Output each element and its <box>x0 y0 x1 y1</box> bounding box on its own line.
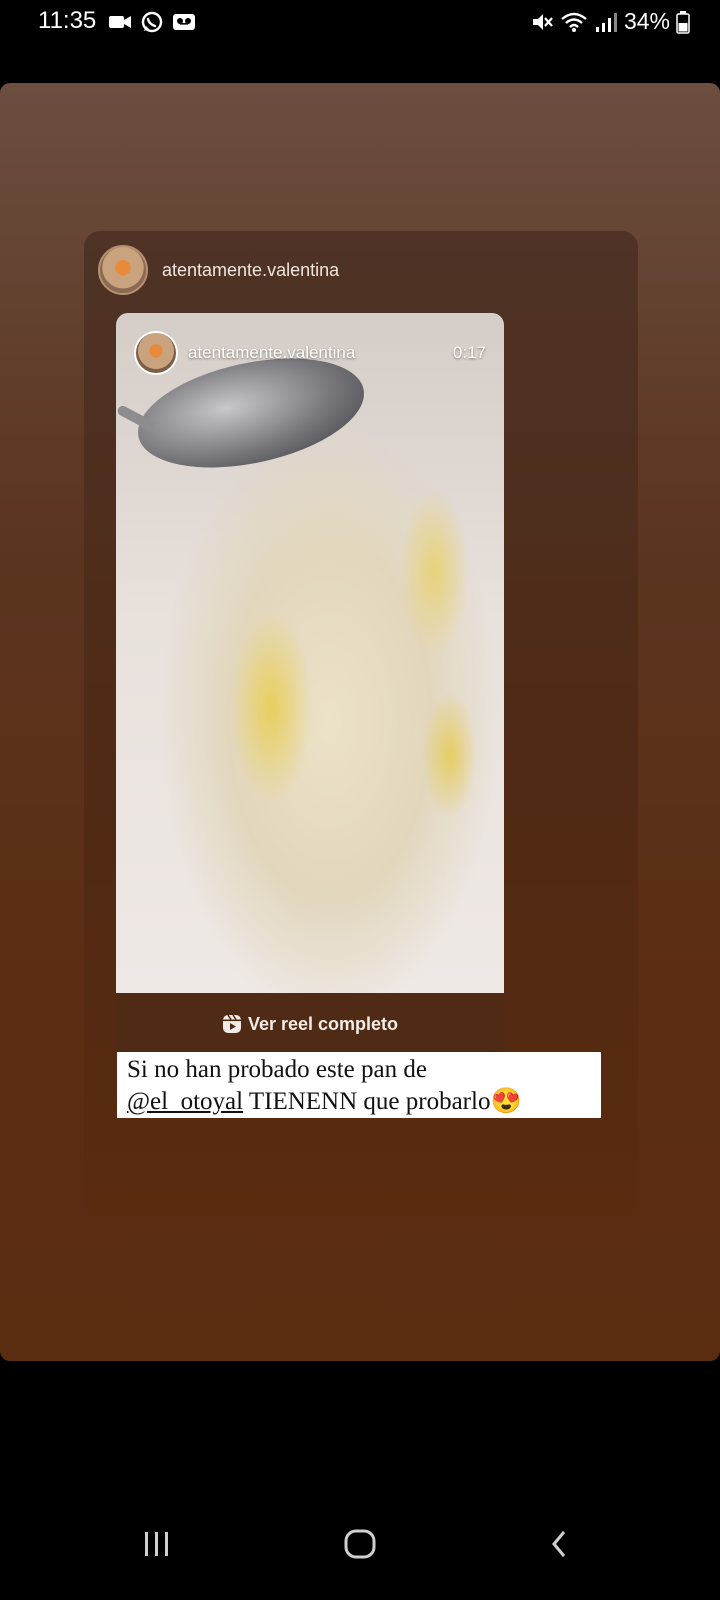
author-username[interactable]: atentamente.valentina <box>162 260 339 281</box>
notification-icons <box>108 11 196 33</box>
system-icons: 34% <box>530 8 690 35</box>
voicemail-icon <box>173 14 195 30</box>
home-icon <box>344 1529 376 1559</box>
post-header[interactable]: atentamente.valentina <box>98 245 339 295</box>
wifi-icon <box>561 12 587 32</box>
video-camera-icon <box>109 16 131 28</box>
caption-line-2: @el_otoyal TIENENN que probarlo😍 <box>127 1086 591 1118</box>
view-full-reel-label: Ver reel completo <box>247 1013 399 1034</box>
shared-post-card[interactable]: atentamente.valentina atentamente.valent… <box>84 231 638 1217</box>
back-button[interactable] <box>530 1522 590 1566</box>
recent-apps-icon <box>145 1532 168 1556</box>
caption-line-2-rest: TIENENN que probarlo😍 <box>243 1088 522 1115</box>
signal-icon <box>595 12 617 32</box>
navigation-bar <box>0 1500 720 1600</box>
back-icon <box>552 1531 566 1557</box>
reel-author-avatar <box>134 331 178 375</box>
view-full-reel-button[interactable]: Ver reel completo <box>116 993 504 1055</box>
status-time: 11:35 <box>38 7 97 34</box>
reel-overlay-header: atentamente.valentina 0:17 <box>134 331 486 375</box>
caption-sticker[interactable]: Si no han probado este pan de @el_otoyal… <box>117 1052 601 1118</box>
battery-percent: 34% <box>623 8 670 34</box>
reel-thumbnail[interactable]: atentamente.valentina 0:17 <box>116 313 504 993</box>
author-avatar[interactable] <box>98 245 148 295</box>
mention-link[interactable]: @el_otoyal <box>127 1088 243 1115</box>
mute-icon <box>532 13 553 30</box>
battery-icon <box>676 10 690 34</box>
reels-icon <box>222 1014 241 1033</box>
whatsapp-icon <box>141 11 163 33</box>
reel-author-username: atentamente.valentina <box>188 343 356 362</box>
reel-duration: 0:17 <box>452 343 486 362</box>
status-bar: 11:35 34% <box>0 0 720 46</box>
story-frame[interactable]: atentamente.valentina atentamente.valent… <box>0 83 720 1361</box>
home-button[interactable] <box>330 1522 390 1566</box>
recent-apps-button[interactable] <box>127 1522 187 1566</box>
caption-line-1: Si no han probado este pan de <box>127 1056 427 1083</box>
